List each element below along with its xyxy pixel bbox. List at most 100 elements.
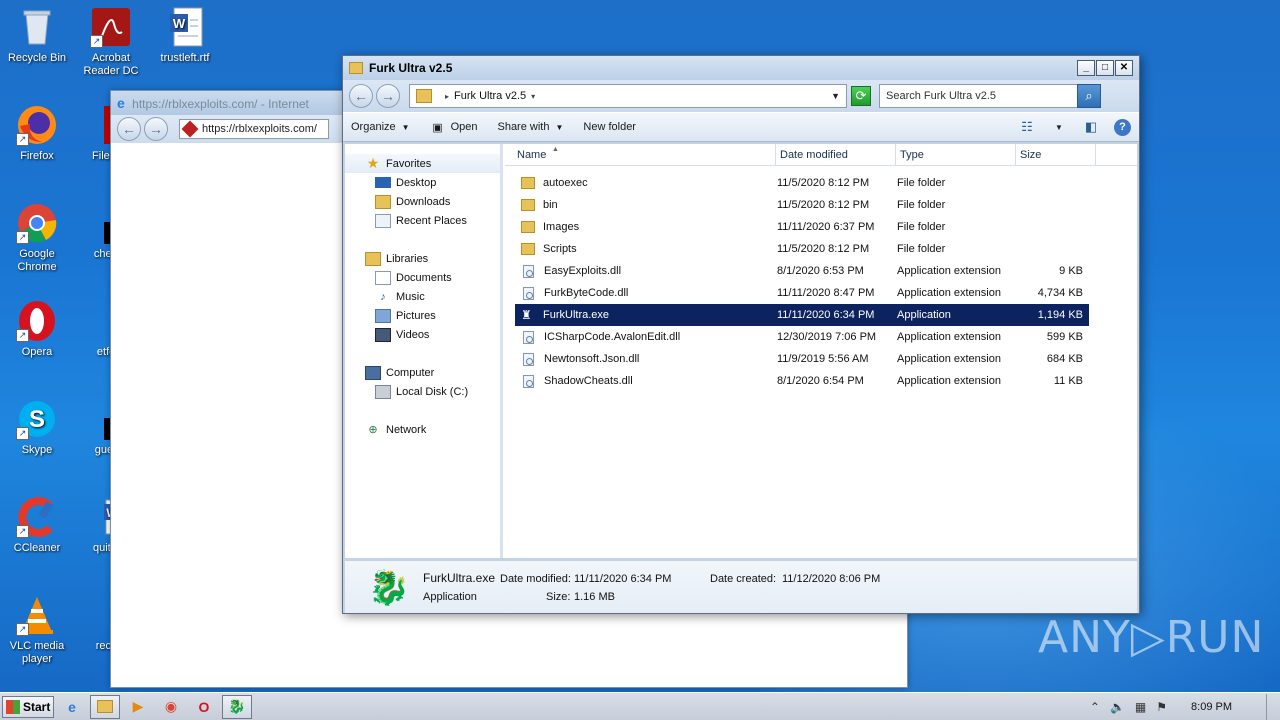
volume-icon[interactable]: 🔈 (1110, 700, 1125, 714)
nav-music[interactable]: ♪ Music (345, 287, 500, 306)
file-row[interactable]: Images 11/11/2020 6:37 PM File folder (515, 216, 1089, 238)
browser-title: https://rblxexploits.com/ - Internet (132, 97, 309, 111)
desktop-icon-label: Google Chrome (17, 248, 57, 273)
file-type: File folder (897, 177, 946, 189)
file-row[interactable]: FurkByteCode.dll 11/11/2020 8:47 PM Applic… (515, 282, 1089, 304)
details-size-value: 1.16 MB (574, 591, 615, 603)
file-row[interactable]: autoexec 11/5/2020 8:12 PM File folder (515, 172, 1089, 194)
internet-explorer-icon: e (117, 95, 125, 111)
new-folder-button[interactable]: New folder (583, 121, 636, 133)
show-hidden-icons-icon[interactable]: ⌃ (1090, 700, 1100, 714)
nav-pictures[interactable]: Pictures (345, 306, 500, 325)
browser-address-bar[interactable]: https://rblxexploits.com/ (179, 119, 329, 139)
details-modified-label: Date modified: (500, 573, 571, 585)
column-label: Name (517, 149, 547, 161)
desktop-icon-skype[interactable]: S ↗ Skype (0, 398, 74, 457)
open-button[interactable]: ▣ Open (430, 120, 477, 134)
nav-local-disk[interactable]: Local Disk (C:) (345, 382, 500, 401)
folder-icon (521, 199, 535, 211)
file-name: ShadowCheats.dll (544, 375, 633, 387)
preview-pane-icon[interactable]: ◧ (1082, 119, 1100, 135)
taskbar-media-player[interactable]: ▶ (123, 695, 153, 719)
view-options-icon[interactable]: ☷ (1018, 119, 1036, 135)
nav-desktop[interactable]: Desktop (345, 173, 500, 192)
nav-videos[interactable]: Videos (345, 325, 500, 344)
show-desktop-button[interactable] (1266, 693, 1280, 720)
action-center-flag-icon[interactable]: ⚑ (1156, 700, 1167, 714)
maximize-button[interactable]: □ (1096, 60, 1114, 76)
svg-text:S: S (29, 406, 45, 433)
desktop-icon-acrobat[interactable]: ↗ Acrobat Reader DC (74, 6, 148, 78)
nav-favorites[interactable]: ★ Favorites (345, 154, 500, 173)
anyrun-watermark: ANY▷RUN (1038, 612, 1265, 663)
desktop-icon-opera[interactable]: ↗ Opera (0, 300, 74, 359)
back-button[interactable]: ← (117, 117, 141, 141)
explorer-window[interactable]: Furk Ultra v2.5 _ □ ✕ ← → ▸ Furk Ultra v… (342, 55, 1140, 614)
explorer-titlebar[interactable]: Furk Ultra v2.5 _ □ ✕ (343, 56, 1139, 80)
column-header-type[interactable]: Type (896, 144, 1016, 165)
application-icon: 🐉 (228, 698, 246, 714)
desktop-icon-label: Opera (21, 346, 53, 358)
chevron-right-icon[interactable]: ▸ (445, 92, 449, 101)
nav-libraries[interactable]: Libraries (345, 249, 500, 268)
help-icon[interactable]: ? (1114, 118, 1131, 136)
taskbar-explorer[interactable] (90, 694, 120, 719)
view-dropdown-icon[interactable]: ▼ (1050, 119, 1068, 135)
file-name: FurkByteCode.dll (544, 287, 629, 299)
minimize-button[interactable]: _ (1077, 60, 1095, 76)
file-type: Application (897, 309, 951, 321)
nav-downloads[interactable]: Downloads (345, 192, 500, 211)
documents-icon (375, 270, 391, 285)
start-button[interactable]: Start (2, 695, 54, 718)
file-date: 11/11/2020 6:37 PM (777, 221, 875, 233)
search-input[interactable]: Search Furk Ultra v2.5 ⌕ (879, 84, 1101, 108)
forward-button[interactable]: → (144, 117, 168, 141)
file-row[interactable]: ICSharpCode.AvalonEdit.dll 12/30/2019 7:0… (515, 326, 1089, 348)
forward-button[interactable]: → (376, 84, 400, 108)
breadcrumb-item[interactable]: Furk Ultra v2.5 (454, 90, 526, 102)
file-row[interactable]: EasyExploits.dll 8/1/2020 6:53 PM Applicat… (515, 260, 1089, 282)
nav-network[interactable]: ⊕ Network (345, 420, 500, 439)
back-button[interactable]: ← (349, 84, 373, 108)
file-name: Images (543, 221, 580, 233)
clock[interactable]: 8:09 PM (1191, 701, 1232, 713)
column-header-date[interactable]: Date modified (776, 144, 896, 165)
desktop-icon-google-chrome[interactable]: ↗ Google Chrome (0, 202, 74, 274)
taskbar-opera[interactable]: O (189, 695, 219, 719)
dll-file-icon (523, 264, 534, 278)
taskbar-chrome[interactable]: ◉ (156, 695, 186, 719)
file-date: 11/5/2020 8:12 PM (777, 243, 870, 255)
file-row[interactable]: Newtonsoft.Json.dll 11/9/2019 5:56 AM Appl… (515, 348, 1089, 370)
taskbar-internet-explorer[interactable]: e (57, 695, 87, 719)
close-button[interactable]: ✕ (1115, 60, 1133, 76)
search-icon[interactable]: ⌕ (1077, 84, 1101, 108)
nav-recent-places[interactable]: Recent Places (345, 211, 500, 230)
file-name-cell: autoexec (515, 177, 777, 189)
desktop-icon-firefox[interactable]: ↗ Firefox (0, 104, 74, 163)
share-with-button[interactable]: Share with ▼ (497, 121, 563, 133)
column-header-name[interactable]: Name ▲ (505, 144, 776, 165)
column-header-size[interactable]: Size (1016, 144, 1096, 165)
music-icon: ♪ (380, 290, 386, 303)
file-row[interactable]: ShadowCheats.dll 8/1/2020 6:54 PM Applicat… (515, 370, 1089, 392)
nav-documents[interactable]: Documents (345, 268, 500, 287)
desktop-icon-trustleft[interactable]: W trustleft.rtf (148, 6, 222, 65)
open-icon: ▣ (432, 121, 443, 134)
desktop-icon-recycle-bin[interactable]: Recycle Bin (0, 6, 74, 65)
organize-button[interactable]: Organize ▼ (351, 121, 410, 133)
file-row[interactable]: bin 11/5/2020 8:12 PM File folder (515, 194, 1089, 216)
breadcrumb[interactable]: ▸ Furk Ultra v2.5 ▾ ▼ (409, 84, 847, 108)
desktop-icon-vlc[interactable]: ↗ VLC media player (0, 594, 74, 666)
file-type: Application extension (897, 265, 1001, 277)
network-icon[interactable]: ▦ (1135, 700, 1146, 714)
file-row[interactable]: ♜ FurkUltra.exe 11/11/2020 6:34 PM Applicat… (515, 304, 1089, 326)
refresh-button[interactable]: ⟳ (851, 86, 871, 106)
nav-computer[interactable]: Computer (345, 363, 500, 382)
file-rows: autoexec 11/5/2020 8:12 PM File folder bin 1… (515, 172, 1137, 392)
chevron-down-icon[interactable]: ▾ (531, 92, 535, 101)
file-size: 684 KB (1046, 353, 1083, 365)
file-row[interactable]: Scripts 11/5/2020 8:12 PM File folder (515, 238, 1089, 260)
taskbar-furkultra[interactable]: 🐉 (222, 694, 252, 719)
address-dropdown-icon[interactable]: ▼ (831, 91, 840, 101)
desktop-icon-ccleaner[interactable]: ↗ CCleaner (0, 496, 74, 555)
